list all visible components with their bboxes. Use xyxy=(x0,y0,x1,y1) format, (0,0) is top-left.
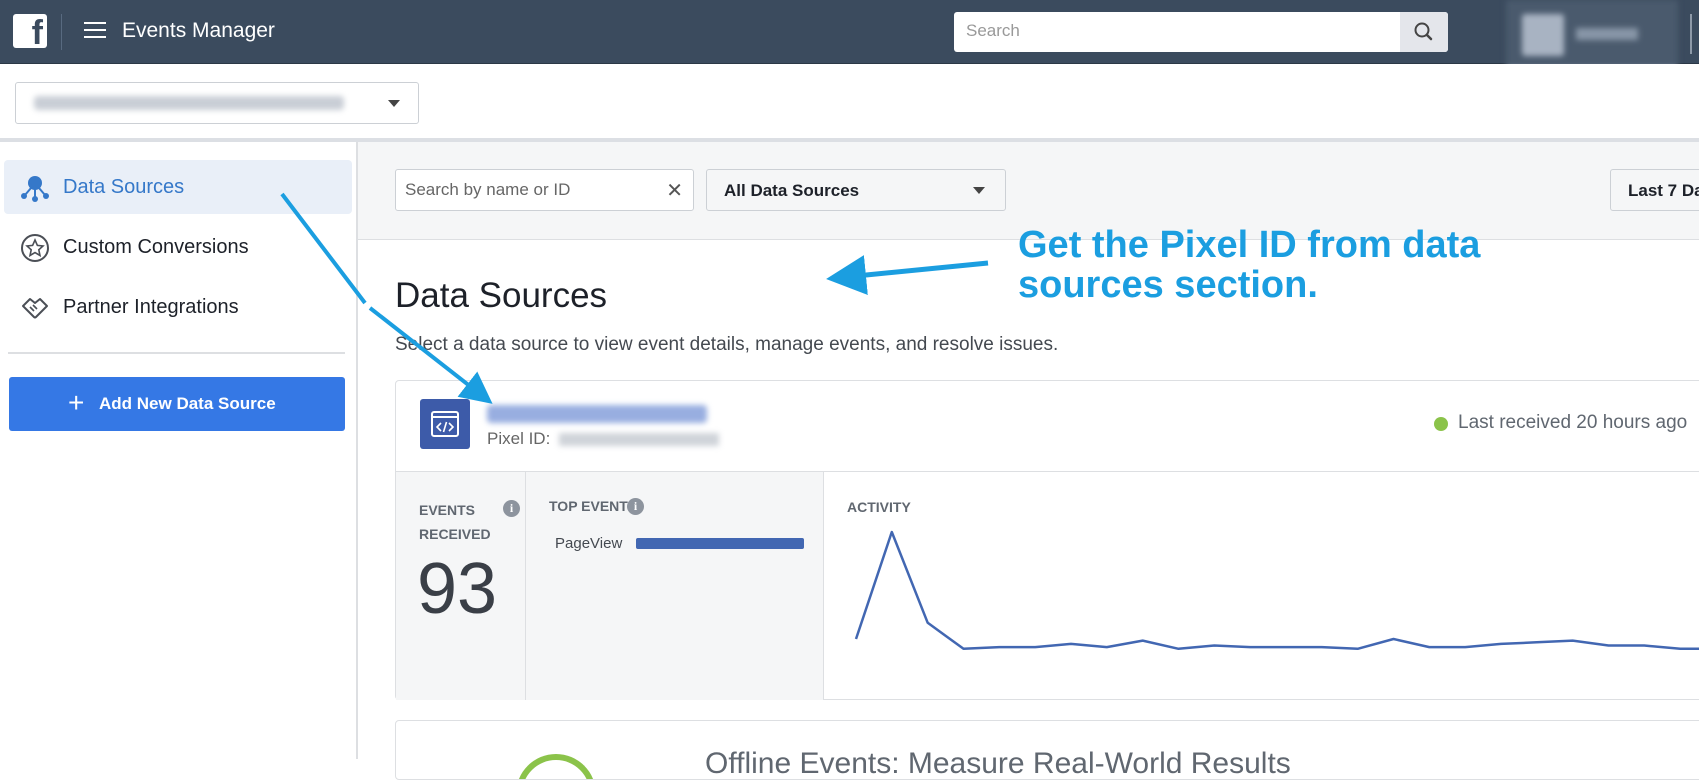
activity-sparkline xyxy=(854,530,1699,651)
annotation-callout: Get the Pixel ID from data sources secti… xyxy=(1018,224,1481,306)
ad-account-dropdown[interactable] xyxy=(15,82,419,124)
data-sources-icon xyxy=(21,176,49,202)
avatar xyxy=(1522,14,1564,56)
add-new-data-source-label: Add New Data Source xyxy=(99,394,276,413)
app-title: Events Manager xyxy=(122,19,275,42)
topbar-edge-divider xyxy=(1690,14,1692,54)
data-source-type-value: All Data Sources xyxy=(724,181,860,200)
pixel-id-value-blurred xyxy=(559,433,719,446)
search-icon xyxy=(1414,22,1433,41)
hamburger-menu-icon[interactable] xyxy=(84,22,106,40)
date-range-button[interactable]: Last 7 Days xyxy=(1610,169,1699,211)
sidebar-divider xyxy=(8,352,345,354)
ad-account-name-blurred xyxy=(34,96,344,110)
sidebar-item-data-sources[interactable]: Data Sources xyxy=(4,160,352,214)
plus-icon: + xyxy=(68,387,85,418)
offline-events-card[interactable]: Offline Events: Measure Real-World Resul… xyxy=(395,720,1699,780)
events-received-panel: EVENTS RECEIVED i 93 xyxy=(396,472,526,700)
pixel-card-header: Pixel ID: Last received 20 hours ago xyxy=(396,381,1699,472)
sidebar-item-label: Custom Conversions xyxy=(63,236,249,258)
status-dot xyxy=(1434,417,1448,431)
date-range-label: Last 7 Days xyxy=(1628,181,1699,200)
pixel-card[interactable]: Pixel ID: Last received 20 hours ago EVE… xyxy=(395,380,1699,700)
global-search xyxy=(954,12,1448,52)
page-subtitle: Select a data source to view event detai… xyxy=(395,334,1059,355)
sidebar-item-partner-integrations[interactable]: Partner Integrations xyxy=(4,280,352,334)
top-event-name: PageView xyxy=(555,535,623,552)
pixel-id-label: Pixel ID: xyxy=(487,429,551,448)
top-event-bar xyxy=(636,538,804,549)
clear-icon[interactable]: ✕ xyxy=(666,181,683,201)
search-by-name-input[interactable] xyxy=(405,180,655,200)
facebook-logo[interactable]: f xyxy=(13,14,47,52)
offline-events-title: Offline Events: Measure Real-World Resul… xyxy=(705,747,1291,780)
top-navigation-bar: f Events Manager xyxy=(0,0,1699,78)
top-event-bar-track xyxy=(636,538,804,549)
page-title: Data Sources xyxy=(395,276,608,315)
top-events-label: TOP EVENTS xyxy=(549,498,638,514)
last-received-status: Last received 20 hours ago xyxy=(1458,412,1688,433)
chevron-down-icon xyxy=(388,100,400,107)
info-icon[interactable]: i xyxy=(503,500,520,517)
add-new-data-source-button[interactable]: + Add New Data Source xyxy=(9,377,345,431)
activity-line xyxy=(854,530,1699,651)
pixel-name-blurred[interactable] xyxy=(487,405,707,423)
pixel-code-icon xyxy=(420,399,470,449)
sidebar-item-label: Data Sources xyxy=(63,176,185,198)
search-by-name-or-id: ✕ xyxy=(395,169,694,211)
activity-panel: ACTIVITY xyxy=(824,472,1699,700)
info-icon[interactable]: i xyxy=(627,498,644,515)
global-search-input[interactable] xyxy=(966,21,1386,41)
search-button[interactable] xyxy=(1400,12,1448,52)
sidebar: Data Sources Custom Conversions Partner … xyxy=(0,142,358,759)
topbar-divider xyxy=(61,14,62,50)
events-received-value: 93 xyxy=(417,549,498,629)
handshake-icon xyxy=(22,298,48,319)
offline-events-graphic xyxy=(516,754,596,779)
sidebar-item-label: Partner Integrations xyxy=(63,296,239,318)
facebook-logo-glyph: f xyxy=(31,14,43,52)
account-row xyxy=(0,64,1699,142)
sidebar-item-custom-conversions[interactable]: Custom Conversions xyxy=(4,220,352,274)
top-events-panel: TOP EVENTS i PageView xyxy=(526,472,824,700)
chevron-down-icon xyxy=(973,187,985,194)
events-received-label: EVENTS RECEIVED xyxy=(419,502,491,542)
star-badge-icon xyxy=(21,234,49,262)
data-source-type-dropdown[interactable]: All Data Sources xyxy=(706,169,1006,211)
profile-name-blurred xyxy=(1576,28,1638,40)
